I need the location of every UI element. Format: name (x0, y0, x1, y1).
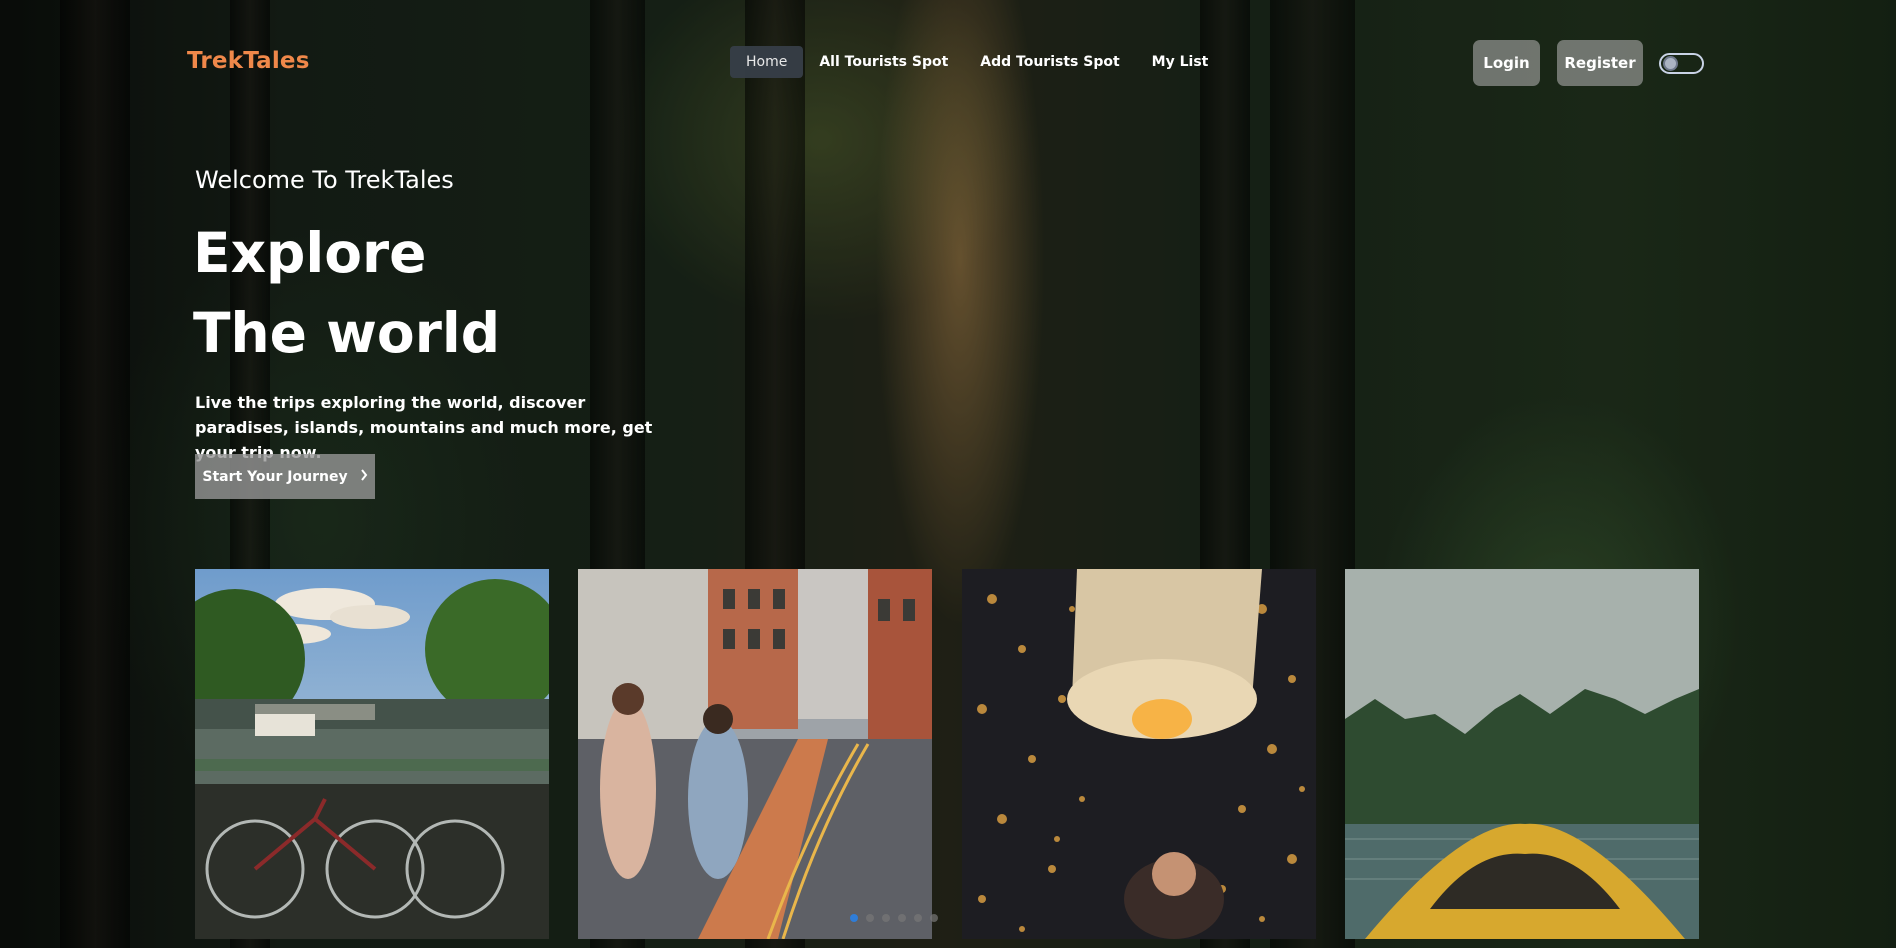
canal-with-bicycles-image (195, 569, 549, 939)
carousel-pagination (850, 914, 938, 922)
nav-item-all-tourists-spot[interactable]: All Tourists Spot (803, 46, 964, 78)
nav-item-add-tourists-spot[interactable]: Add Tourists Spot (964, 46, 1135, 78)
carousel-dot[interactable] (866, 914, 874, 922)
kayak-lake-image (1345, 569, 1699, 939)
carousel-slide-canal[interactable] (195, 569, 549, 939)
carousel-dot[interactable] (898, 914, 906, 922)
start-journey-button[interactable]: Start Your Journey (195, 454, 375, 499)
login-button[interactable]: Login (1473, 40, 1540, 86)
hero-headline-line2: The world (193, 301, 501, 365)
register-button[interactable]: Register (1557, 40, 1643, 86)
theme-toggle-icon (1663, 56, 1678, 71)
chevron-right-icon (360, 468, 368, 485)
carousel-slide-lantern[interactable] (962, 569, 1316, 939)
hero-headline-line1: Explore (193, 221, 427, 285)
theme-toggle[interactable] (1659, 53, 1704, 74)
sky-lantern-image (962, 569, 1316, 939)
carousel-slide-kayak[interactable] (1345, 569, 1699, 939)
start-journey-label: Start Your Journey (202, 468, 348, 485)
carousel-dot[interactable] (914, 914, 922, 922)
top-navbar: TrekTales Home All Tourists Spot Add Tou… (0, 0, 1896, 128)
welcome-subtitle: Welcome To TrekTales (195, 166, 454, 194)
carousel-dot[interactable] (930, 914, 938, 922)
city-street-image (578, 569, 932, 939)
nav-item-home[interactable]: Home (730, 46, 804, 78)
main-menu: Home All Tourists Spot Add Tourists Spot… (730, 46, 1224, 78)
carousel-dot[interactable] (850, 914, 858, 922)
brand-logo[interactable]: TrekTales (187, 48, 310, 74)
carousel-slide-street[interactable] (578, 569, 932, 939)
carousel-dot[interactable] (882, 914, 890, 922)
nav-item-my-list[interactable]: My List (1136, 46, 1225, 78)
